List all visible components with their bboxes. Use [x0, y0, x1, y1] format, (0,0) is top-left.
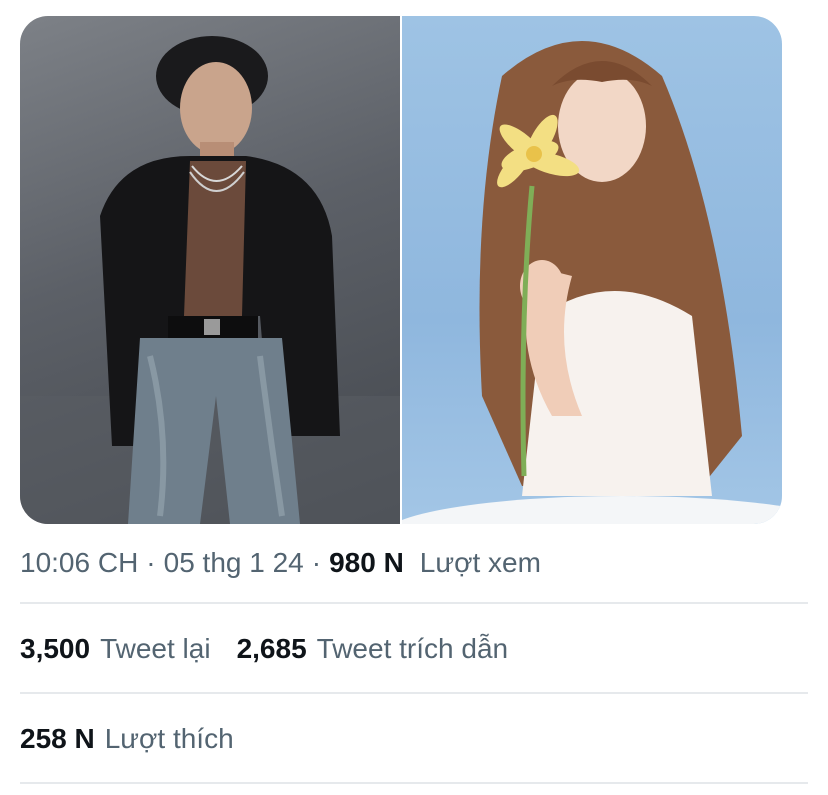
quotes-stat[interactable]: 2,685 Tweet trích dẫn — [237, 633, 509, 665]
likes-label: Lượt thích — [104, 723, 234, 754]
likes-stat[interactable]: 258 N Lượt thích — [20, 723, 234, 755]
meta-separator: · — [146, 547, 156, 578]
tweet-media-grid[interactable] — [20, 16, 782, 524]
divider — [20, 692, 808, 694]
media-photo-right[interactable] — [402, 16, 782, 524]
views-label: Lượt xem — [419, 547, 541, 578]
tweet-time[interactable]: 10:06 CH — [20, 547, 138, 579]
quotes-count: 2,685 — [236, 633, 307, 664]
tweet-detail: 10:06 CH · 05 thg 1 24 · 980 N Lượt xem … — [0, 0, 828, 795]
media-photo-left[interactable] — [20, 16, 400, 524]
engagement-stats-row: 3,500 Tweet lại 2,685 Tweet trích dẫn — [20, 626, 508, 672]
divider — [20, 782, 808, 784]
tweet-timestamp-row: 10:06 CH · 05 thg 1 24 · 980 N Lượt xem — [20, 540, 541, 586]
retweets-label: Tweet lại — [100, 633, 211, 664]
quotes-label: Tweet trích dẫn — [316, 633, 509, 664]
views-count: 980 N — [329, 547, 404, 578]
likes-row: 258 N Lượt thích — [20, 716, 234, 762]
retweets-stat[interactable]: 3,500 Tweet lại — [20, 633, 211, 665]
photo-illustration-woman — [402, 41, 782, 524]
likes-count: 258 N — [20, 723, 95, 754]
meta-separator: · — [311, 547, 322, 578]
retweets-count: 3,500 — [20, 633, 91, 664]
divider — [20, 602, 808, 604]
photo-illustration-man — [20, 36, 400, 524]
tweet-date[interactable]: 05 thg 1 24 — [164, 547, 304, 579]
